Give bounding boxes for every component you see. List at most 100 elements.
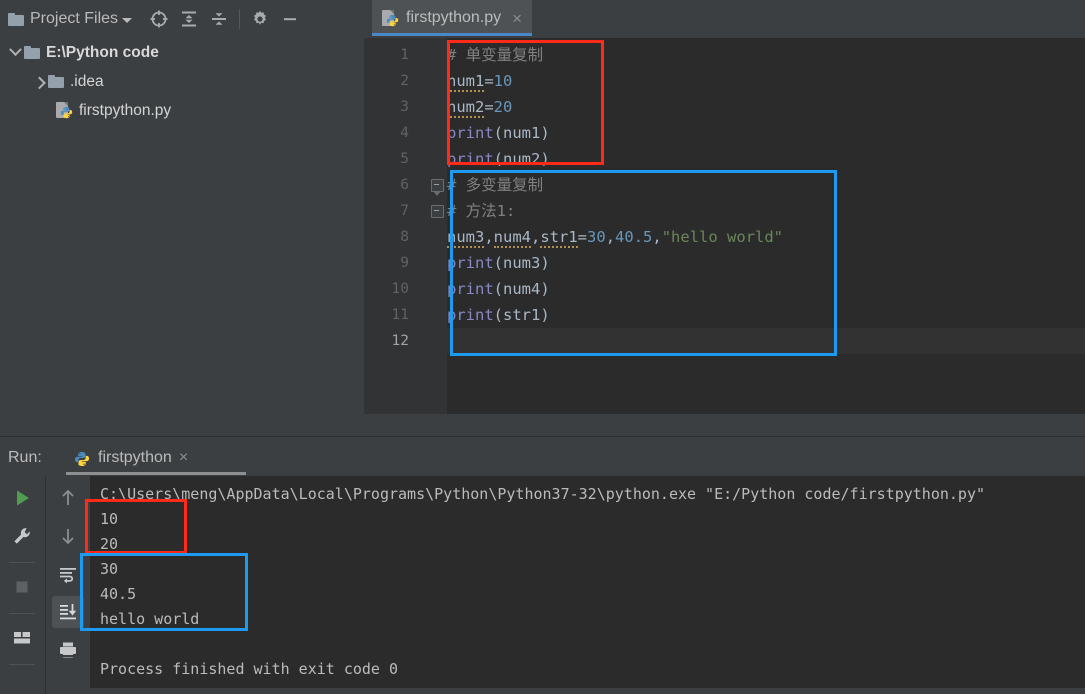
fold-region-arrow xyxy=(433,191,441,196)
expand-all-icon[interactable] xyxy=(174,4,204,34)
line-number: 1 xyxy=(400,47,409,63)
code-editor[interactable]: 1 2 3 4 5 6 7 8 9 10 11 12 # 单变量复制 num1=10 num2=20 pri… xyxy=(364,38,1085,436)
code-token: print xyxy=(447,306,494,324)
code-token: 20 xyxy=(493,98,513,116)
code-token: , xyxy=(652,228,662,246)
code-token: = xyxy=(577,228,588,246)
line-number: 8 xyxy=(400,229,409,245)
chevron-down-icon[interactable] xyxy=(6,43,24,57)
code-token: "hello world" xyxy=(661,228,784,246)
console-line: hello world xyxy=(100,610,200,628)
stop-icon[interactable] xyxy=(6,571,38,603)
python-file-icon xyxy=(382,9,399,27)
console-line: C:\Users\meng\AppData\Local\Programs\Pyt… xyxy=(100,485,986,503)
run-tool-window: Run: firstpython × C:\Users\meng\AppData… xyxy=(0,440,1085,694)
line-number: 11 xyxy=(391,307,409,323)
code-token: (num1) xyxy=(493,124,550,142)
project-panel-title: Project Files xyxy=(30,10,119,27)
arrow-up-icon[interactable] xyxy=(52,482,84,514)
editor-tab-firstpython-py[interactable]: firstpython.py × xyxy=(372,0,533,36)
run-tab-firstpython[interactable]: firstpython × xyxy=(64,441,246,475)
tree-item-firstpython-py[interactable]: firstpython.py xyxy=(0,96,362,125)
code-token: , xyxy=(605,228,616,246)
project-files-dropdown[interactable]: Project Files xyxy=(0,10,133,28)
code-line[interactable]: # 单变量复制 xyxy=(447,42,543,68)
print-icon[interactable] xyxy=(52,634,84,666)
locate-icon[interactable] xyxy=(144,4,174,34)
tree-item-label: .idea xyxy=(70,72,104,90)
code-line[interactable]: print(str1) xyxy=(447,302,550,328)
console-line: 40.5 xyxy=(100,585,137,603)
folder-icon xyxy=(48,75,64,88)
layout-icon[interactable] xyxy=(6,622,38,654)
fold-toggle-icon[interactable] xyxy=(431,205,444,218)
code-line[interactable]: # 多变量复制 xyxy=(447,172,543,198)
editor-tab-label: firstpython.py xyxy=(406,9,502,26)
current-line-highlight xyxy=(447,328,1085,354)
line-number: 7 xyxy=(400,203,409,219)
code-line[interactable]: print(num1) xyxy=(447,120,550,146)
code-line[interactable]: # 方法1: xyxy=(447,198,515,224)
line-number: 6 xyxy=(400,177,409,193)
tree-item-label: firstpython.py xyxy=(79,101,172,119)
code-token: , xyxy=(484,228,494,246)
code-token: 40.5 xyxy=(615,228,653,246)
code-token: num1 xyxy=(447,72,485,92)
code-text-area[interactable]: # 单变量复制 num1=10 num2=20 print(num1) print(nu… xyxy=(447,38,1085,436)
editor-gutter[interactable]: 1 2 3 4 5 6 7 8 9 10 11 12 xyxy=(364,38,447,436)
code-line[interactable]: num2=20 xyxy=(447,94,512,120)
close-icon[interactable]: × xyxy=(179,449,188,467)
python-file-icon xyxy=(56,102,73,119)
python-run-icon xyxy=(74,450,91,467)
code-token: print xyxy=(447,150,494,168)
editor-bottom-strip xyxy=(364,414,1085,436)
close-icon[interactable]: × xyxy=(512,10,522,27)
project-tree[interactable]: E:\Python code .idea firstpython.py xyxy=(0,38,362,436)
code-line[interactable]: print(num4) xyxy=(447,276,550,302)
scroll-to-end-icon[interactable] xyxy=(52,596,84,628)
line-number: 4 xyxy=(400,125,409,141)
run-toolbar-secondary xyxy=(45,476,90,694)
soft-wrap-icon[interactable] xyxy=(52,558,84,590)
editor-area: firstpython.py × 1 2 3 4 5 6 7 8 9 10 11 12 # 单变量复制… xyxy=(364,0,1085,436)
editor-tab-bar: firstpython.py × xyxy=(364,0,1085,38)
code-token: # 方法1: xyxy=(447,202,516,220)
run-icon[interactable] xyxy=(6,482,38,514)
run-tab-underline xyxy=(66,472,246,475)
code-token: num4 xyxy=(493,228,531,248)
line-number: 9 xyxy=(400,255,409,271)
code-token: 30 xyxy=(587,228,606,246)
pycharm-window: Project Files E:\Python code .idea first… xyxy=(0,0,1085,694)
toolbar-divider xyxy=(9,562,35,563)
tree-item-python-code[interactable]: E:\Python code xyxy=(0,38,362,67)
chevron-right-icon[interactable] xyxy=(30,76,48,90)
code-token: , xyxy=(531,228,541,246)
code-token: = xyxy=(484,72,494,90)
settings-gear-icon[interactable] xyxy=(245,4,275,34)
code-line[interactable]: print(num3) xyxy=(447,250,550,276)
line-number: 5 xyxy=(400,151,409,167)
console-line: Process finished with exit code 0 xyxy=(100,660,399,678)
folder-icon xyxy=(24,46,40,59)
console-line: 20 xyxy=(100,535,119,553)
toolbar-divider xyxy=(9,613,35,614)
code-token: (str1) xyxy=(493,306,550,324)
tree-item-label: E:\Python code xyxy=(46,43,159,61)
wrench-icon[interactable] xyxy=(6,520,38,552)
code-token: str1 xyxy=(540,228,578,248)
run-console-output[interactable]: C:\Users\meng\AppData\Local\Programs\Pyt… xyxy=(90,476,1085,688)
code-line[interactable]: print(num2) xyxy=(447,146,550,172)
chevron-down-icon[interactable] xyxy=(122,18,133,23)
run-panel-header: Run: firstpython × xyxy=(0,440,1085,476)
code-line[interactable]: num1=10 xyxy=(447,68,512,94)
console-line: 30 xyxy=(100,560,119,578)
arrow-down-icon[interactable] xyxy=(52,520,84,552)
collapse-all-icon[interactable] xyxy=(204,4,234,34)
code-token: num3 xyxy=(447,228,485,248)
code-line[interactable]: num3,num4,str1=30,40.5,"hello world" xyxy=(447,224,783,250)
run-toolbar-primary xyxy=(0,476,44,694)
hide-icon[interactable] xyxy=(275,4,305,34)
tree-item-idea[interactable]: .idea xyxy=(0,67,362,96)
line-number: 2 xyxy=(400,73,409,89)
code-token: (num3) xyxy=(493,254,550,272)
